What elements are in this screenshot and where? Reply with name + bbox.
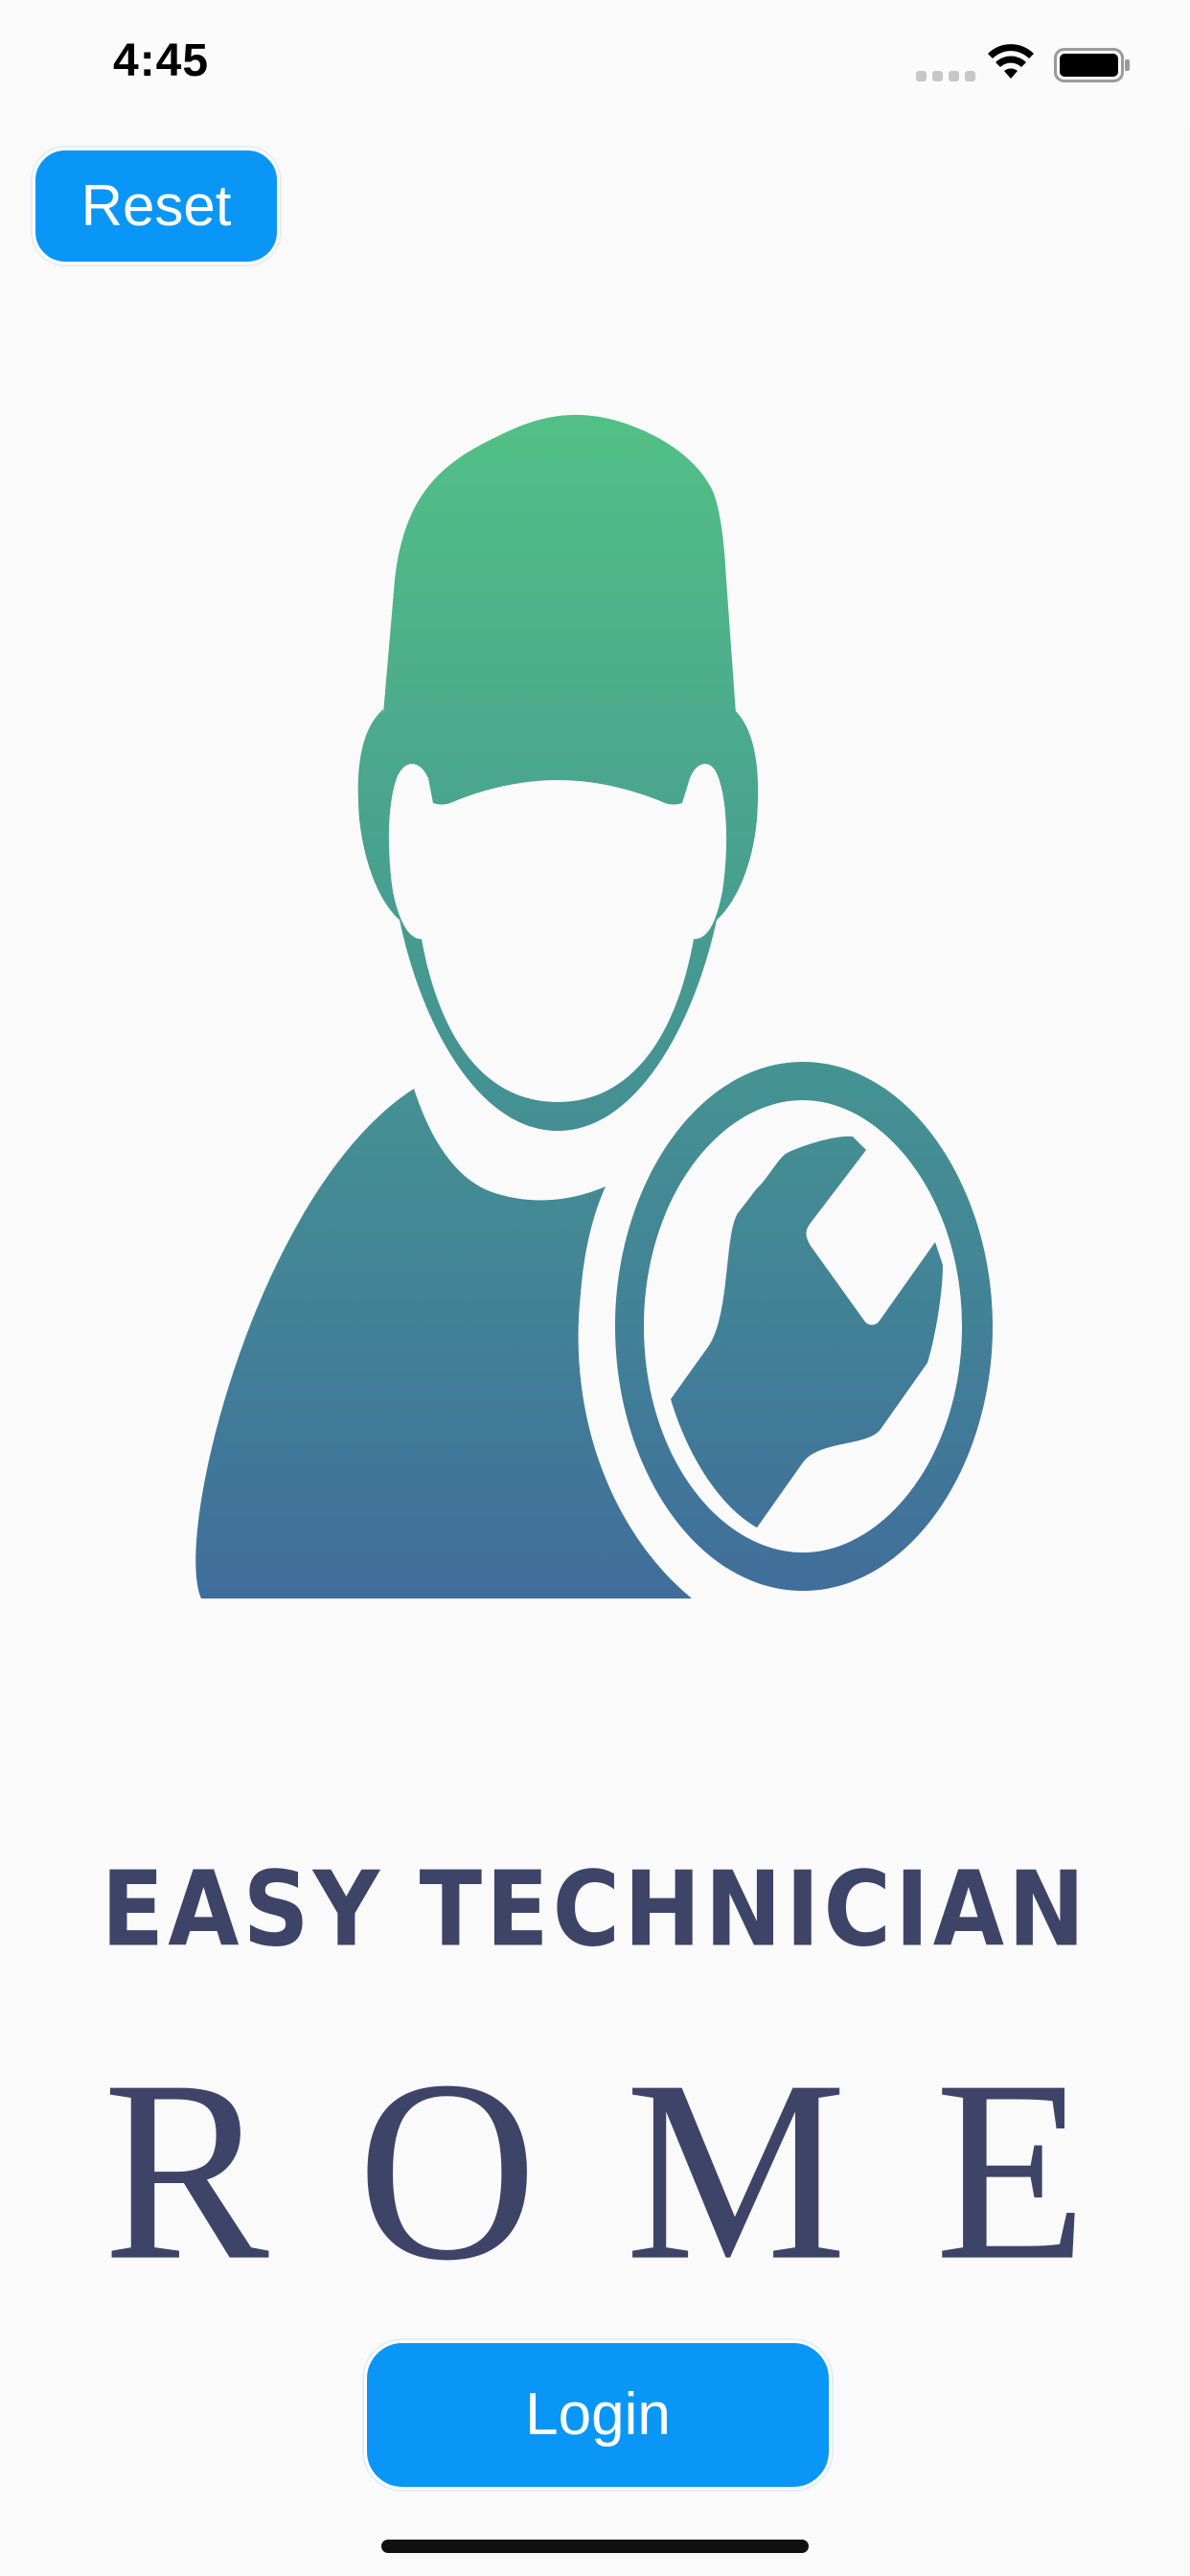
battery-icon — [1054, 48, 1130, 82]
home-indicator[interactable] — [381, 2540, 809, 2553]
brand-title: EASY TECHNICIAN — [101, 1850, 1089, 1970]
status-time: 4:45 — [113, 35, 210, 86]
status-bar: 4:45 — [0, 0, 1190, 126]
cellular-signal-icon — [916, 71, 975, 81]
technician-wrench-icon — [195, 414, 993, 1598]
login-button[interactable]: Login — [364, 2340, 832, 2490]
wifi-icon — [988, 44, 1034, 79]
reset-button[interactable]: Reset — [33, 148, 280, 264]
city-name: ROME — [103, 2027, 1176, 2314]
